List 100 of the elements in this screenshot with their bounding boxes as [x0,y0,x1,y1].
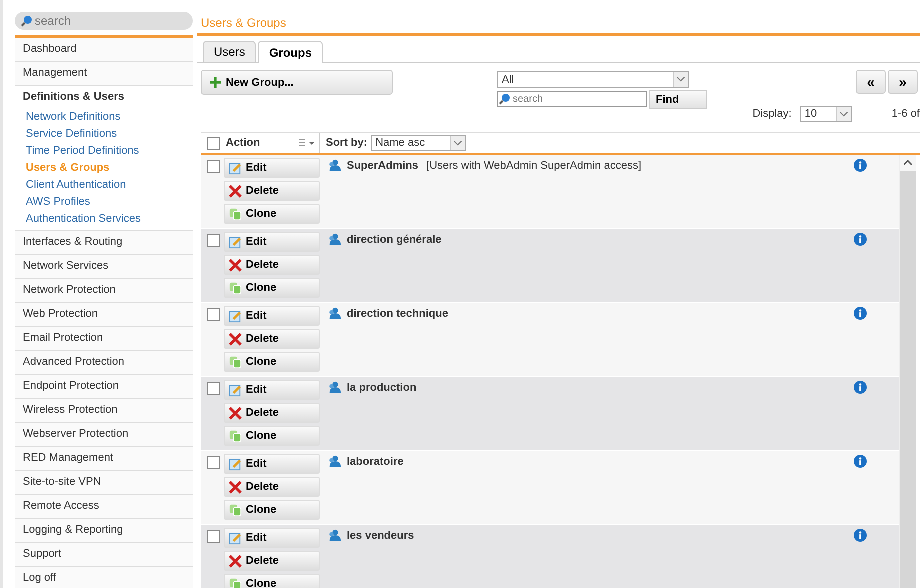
copy-icon [229,578,242,588]
new-group-button[interactable]: New Group... [201,70,393,95]
submenu-item[interactable]: AWS Profiles [15,194,90,211]
edit-button[interactable]: Edit [224,158,320,178]
delete-button[interactable]: Delete [224,551,320,571]
delete-button[interactable]: Delete [224,329,320,349]
menu-item[interactable]: Management [15,62,193,86]
display-dropdown[interactable]: 10 [800,106,852,122]
scroll-up-icon[interactable] [904,160,912,165]
clone-button[interactable]: Clone [224,426,320,446]
delete-button[interactable]: Delete [224,477,320,497]
pencil-icon [229,384,242,396]
info-icon[interactable] [854,307,867,320]
plus-icon [210,77,221,88]
menu-item[interactable]: Support [15,543,193,567]
chevron-down-icon [840,112,848,116]
pencil-icon [229,458,242,470]
clone-button[interactable]: Clone [224,500,320,520]
info-icon[interactable] [854,455,867,468]
edit-button[interactable]: Edit [224,380,320,400]
menu-item[interactable]: Network Protection [15,279,193,303]
find-button[interactable]: Find [649,90,707,109]
next-page-button[interactable]: » [888,70,918,94]
info-icon[interactable] [854,529,867,542]
sort-label: Sort by: [326,137,368,149]
row-checkbox[interactable] [207,308,220,321]
copy-icon [229,504,242,516]
menu-item[interactable]: Email Protection [15,327,193,351]
delete-button[interactable]: Delete [224,181,320,201]
group-name: laboratoire [347,456,404,468]
search-field[interactable]: search [497,91,647,107]
group-description: [Users with WebAdmin SuperAdmin access] [426,160,642,172]
clone-button[interactable]: Clone [224,278,320,298]
info-icon[interactable] [854,159,867,172]
submenu-item[interactable]: Time Period Definitions [15,143,140,160]
edit-button[interactable]: Edit [224,454,320,474]
menu-item[interactable]: Advanced Protection [15,351,193,375]
info-icon[interactable] [854,233,867,246]
copy-icon [229,208,242,220]
group-icon [328,381,341,394]
submenu-item[interactable]: Network Definitions [15,109,121,126]
menu-item[interactable]: Network Services [15,255,193,279]
pencil-icon [229,162,242,174]
edit-button[interactable]: Edit [224,306,320,326]
filter-dropdown[interactable]: All [497,71,689,88]
cross-icon [229,480,242,494]
select-all-checkbox[interactable] [207,136,220,150]
menu-item[interactable]: Dashboard [15,38,193,62]
search-icon [499,93,511,105]
chevron-down-icon [677,77,685,82]
group-icon [328,159,341,172]
row-checkbox[interactable] [207,530,220,543]
cross-icon [229,332,242,346]
delete-button[interactable]: Delete [224,403,320,423]
menu-item[interactable]: Remote Access [15,495,193,519]
menu-item[interactable]: Wireless Protection [15,399,193,423]
page-title: Users & Groups [201,16,286,30]
menu-item[interactable]: Interfaces & Routing [15,231,193,255]
row-checkbox[interactable] [207,234,220,247]
menu-item[interactable]: Definitions & Users [15,86,132,109]
row-checkbox[interactable] [207,382,220,395]
sort-dropdown[interactable]: Name asc [370,135,466,151]
menu-item[interactable]: Web Protection [15,303,193,327]
display-label: Display: [752,108,792,120]
page-range: 1-6 of [892,108,920,120]
group-name: la production [347,382,417,394]
search-field[interactable]: search [15,12,193,30]
edit-button[interactable]: Edit [224,232,320,252]
cross-icon [229,258,242,272]
menu-item[interactable]: Log off [15,567,193,588]
copy-icon [229,430,242,442]
group-icon [328,455,341,468]
column-header: Action [226,137,260,149]
menu-item[interactable]: Endpoint Protection [15,375,193,399]
group-icon [328,307,341,320]
scrollbar[interactable] [899,155,916,588]
group-name: direction générale [347,234,442,246]
pencil-icon [229,236,242,248]
submenu-item[interactable]: Service Definitions [15,126,118,143]
copy-icon [229,356,242,368]
submenu-item[interactable]: Client Authentication [15,177,126,194]
tab[interactable]: Users [203,41,256,62]
clone-button[interactable]: Clone [224,352,320,372]
row-checkbox[interactable] [207,160,220,173]
delete-button[interactable]: Delete [224,255,320,275]
cross-icon [229,406,242,420]
menu-item[interactable]: Logging & Reporting [15,519,193,543]
menu-item[interactable]: Site-to-site VPN [15,471,193,495]
menu-item[interactable]: RED Management [15,447,193,471]
clone-button[interactable]: Clone [224,204,320,224]
cross-icon [229,184,242,198]
tab[interactable]: Groups [258,41,324,63]
menu-item[interactable]: Webserver Protection [15,423,193,447]
column-menu-icon[interactable] [299,139,315,147]
edit-button[interactable]: Edit [224,528,320,548]
row-checkbox[interactable] [207,456,220,469]
info-icon[interactable] [854,381,867,394]
previous-page-button[interactable]: « [856,70,886,94]
submenu-item[interactable]: Authentication Services [15,211,141,228]
clone-button[interactable]: Clone [224,574,320,588]
